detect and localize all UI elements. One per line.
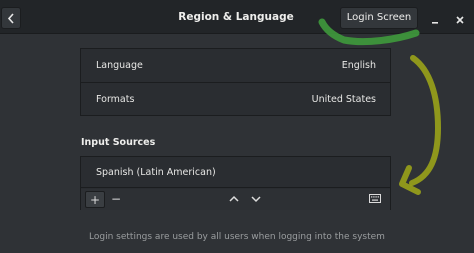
keyboard-icon bbox=[369, 194, 381, 203]
language-settings-panel: Language English Formats United States bbox=[80, 48, 391, 116]
move-up-button[interactable] bbox=[224, 191, 244, 208]
input-sources-heading: Input Sources bbox=[81, 137, 156, 148]
window-title: Region & Language bbox=[178, 11, 294, 23]
chevron-down-icon bbox=[251, 196, 261, 203]
language-value: English bbox=[341, 60, 376, 71]
login-settings-note: Login settings are used by all users whe… bbox=[89, 232, 385, 242]
minimize-button[interactable] bbox=[429, 11, 441, 24]
login-screen-button[interactable]: Login Screen bbox=[340, 7, 418, 29]
title-bar: Region & Language Login Screen bbox=[0, 0, 474, 34]
minimize-icon bbox=[432, 22, 438, 24]
hand-drawn-annotations bbox=[318, 18, 442, 195]
language-row[interactable]: Language English bbox=[81, 49, 390, 82]
remove-input-source-button[interactable]: − bbox=[106, 191, 126, 208]
close-button[interactable] bbox=[454, 11, 466, 24]
back-button[interactable] bbox=[1, 7, 21, 29]
close-icon bbox=[456, 16, 464, 24]
formats-value: United States bbox=[311, 94, 376, 105]
input-sources-panel: Spanish (Latin American) + − bbox=[80, 156, 391, 210]
formats-label: Formats bbox=[96, 94, 135, 105]
chevron-up-icon bbox=[229, 195, 239, 202]
chevron-left-icon bbox=[7, 13, 14, 24]
input-source-label: Spanish (Latin American) bbox=[96, 167, 216, 178]
arrow-head bbox=[399, 165, 421, 195]
input-sources-toolbar: + − bbox=[81, 189, 390, 210]
arrow-curve bbox=[409, 55, 442, 186]
input-source-item[interactable]: Spanish (Latin American) bbox=[81, 157, 390, 188]
move-down-button[interactable] bbox=[246, 191, 266, 208]
language-label: Language bbox=[96, 60, 143, 71]
add-input-source-button[interactable]: + bbox=[85, 191, 105, 208]
formats-row[interactable]: Formats United States bbox=[81, 82, 390, 115]
keyboard-layout-button[interactable] bbox=[365, 191, 385, 208]
